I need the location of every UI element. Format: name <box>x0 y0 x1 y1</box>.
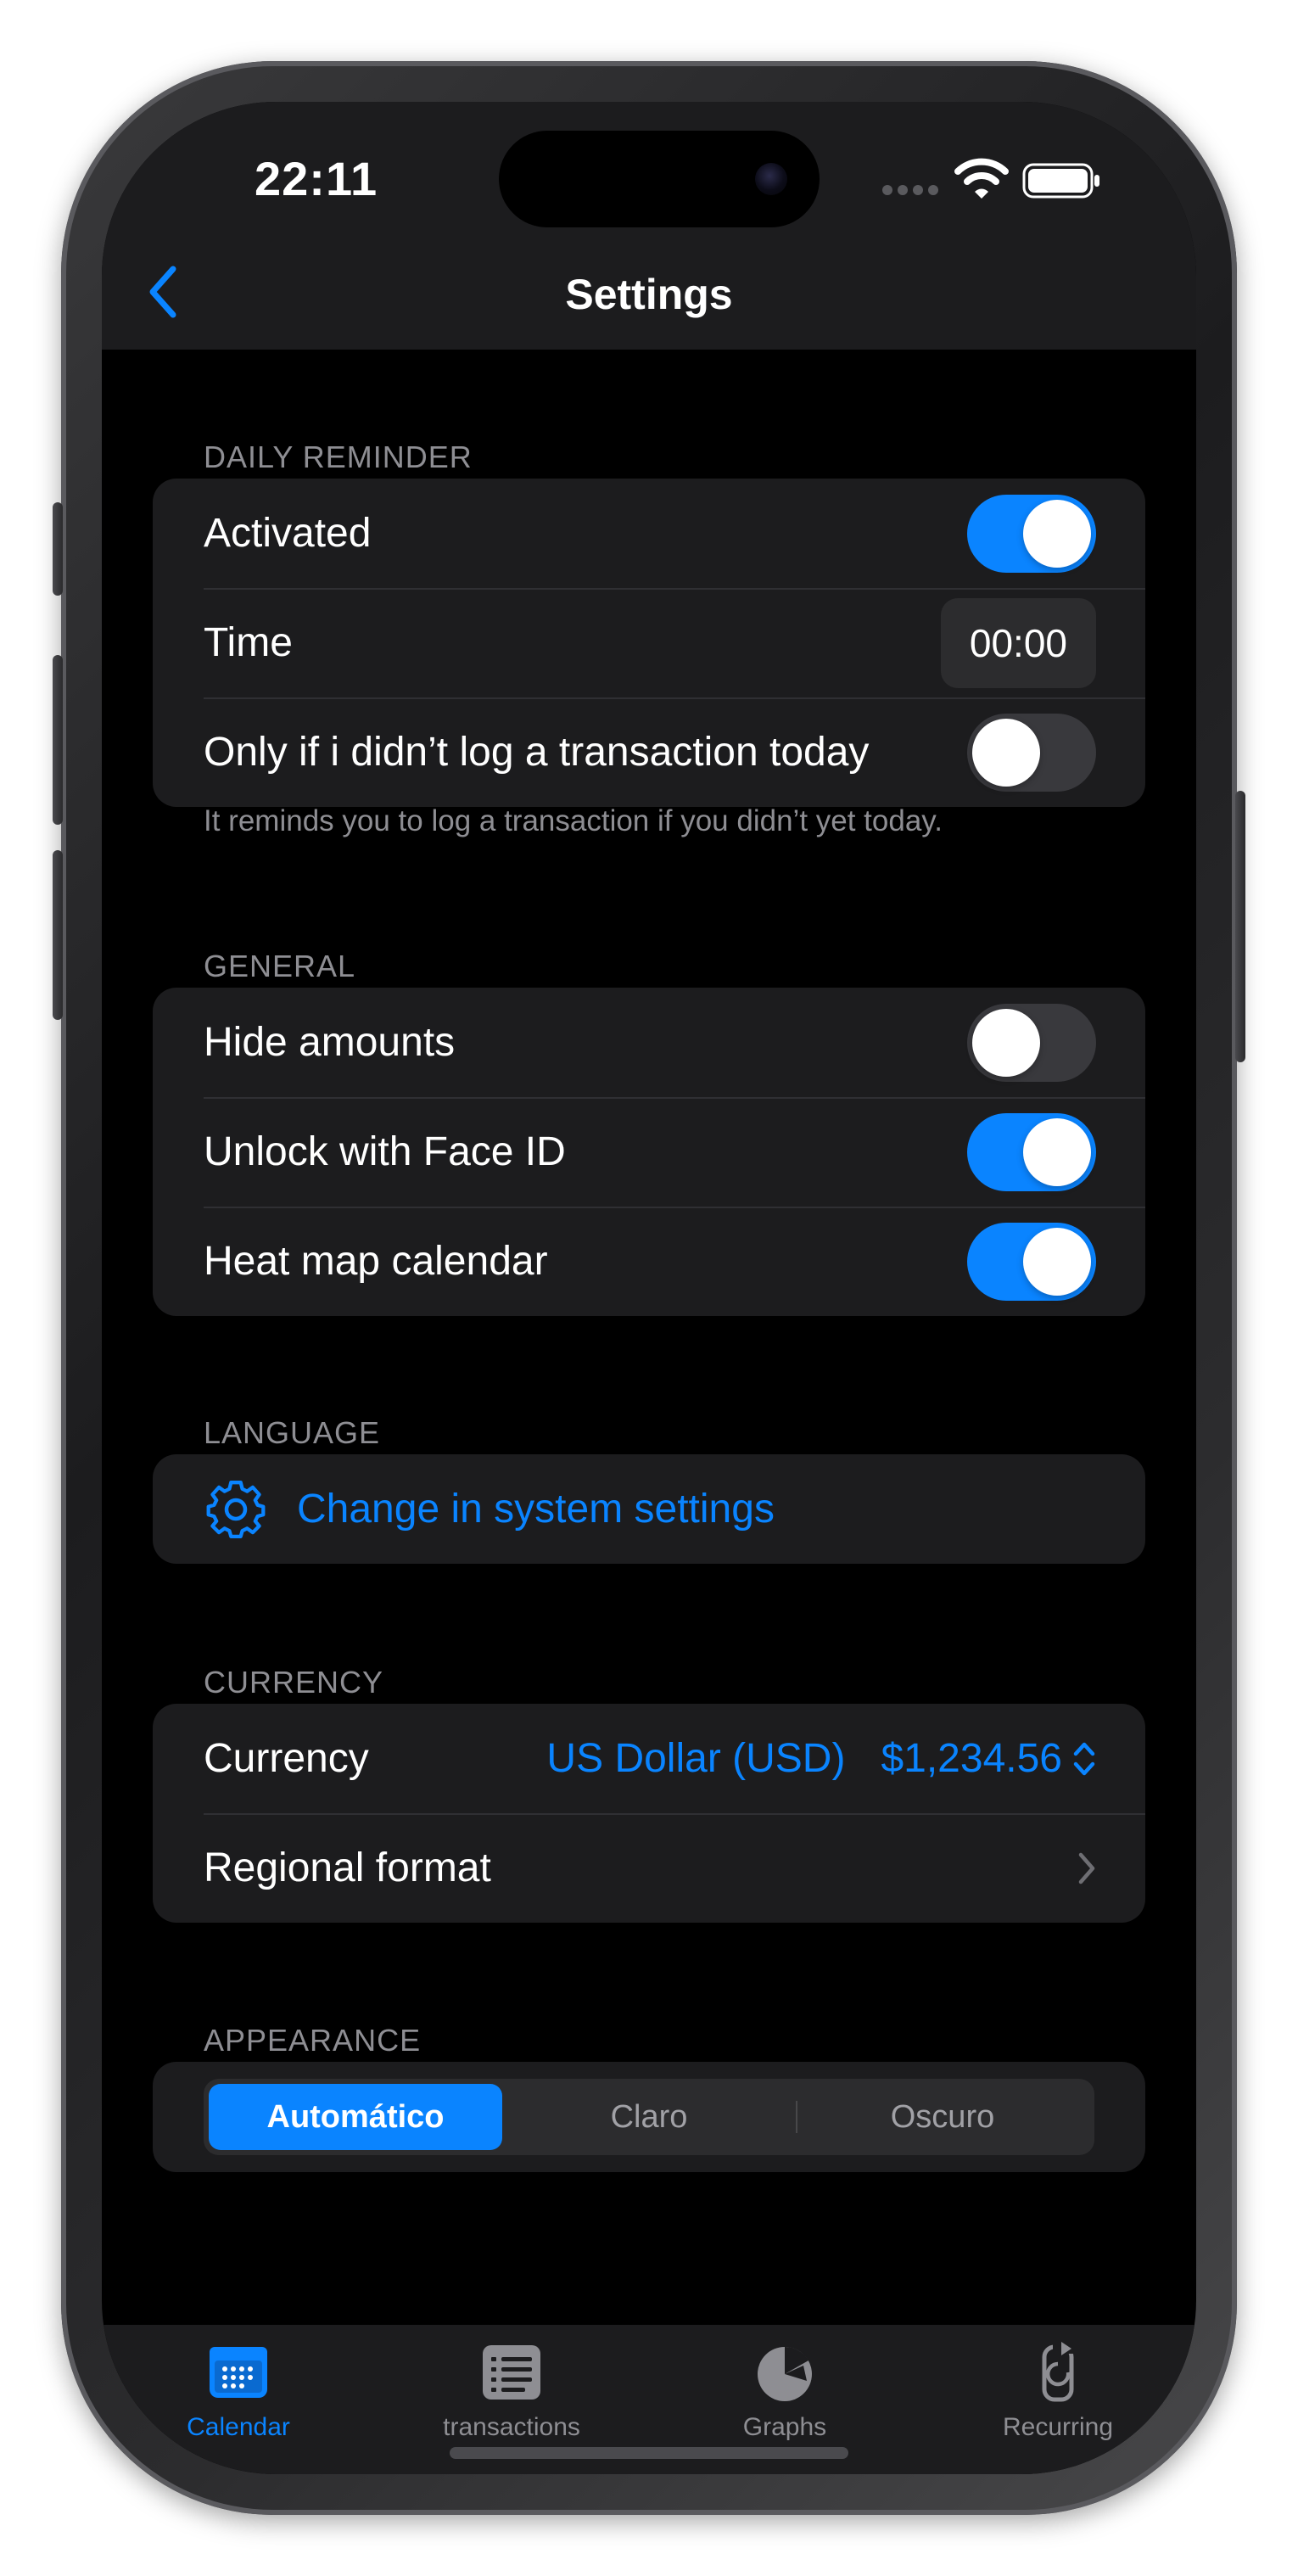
cellular-signal-icon <box>882 185 938 195</box>
row-heat-map: Heat map calendar <box>153 1207 1145 1316</box>
navigation-bar: Settings <box>102 238 1196 350</box>
page-title: Settings <box>565 271 733 318</box>
time-label: Time <box>204 620 293 665</box>
power-button <box>1235 791 1245 1062</box>
hide-amounts-toggle[interactable] <box>967 1003 1096 1082</box>
group-general: Hide amounts Unlock with Face ID Heat ma… <box>153 988 1145 1316</box>
status-bar: 22:11 <box>102 102 1196 238</box>
calendar-icon <box>210 2347 267 2398</box>
tab-bar: Calendar transactions Graphs Recurring <box>102 2325 1196 2474</box>
regional-format-label: Regional format <box>204 1845 491 1890</box>
segment-oscuro[interactable]: Oscuro <box>796 2084 1089 2150</box>
daily-reminder-footnote: It reminds you to log a transaction if y… <box>204 804 943 837</box>
row-only-if: Only if i didn’t log a transaction today <box>153 697 1145 807</box>
group-currency: Currency US Dollar (USD) $1,234.56 Regio… <box>153 1704 1145 1923</box>
row-currency[interactable]: Currency US Dollar (USD) $1,234.56 <box>153 1704 1145 1813</box>
section-header-appearance: APPEARANCE <box>204 2023 422 2058</box>
segment-claro[interactable]: Claro <box>502 2084 796 2150</box>
face-id-toggle[interactable] <box>967 1112 1096 1191</box>
battery-icon <box>1022 163 1099 199</box>
tab-calendar-label: Calendar <box>187 2413 290 2441</box>
currency-name: US Dollar (USD) <box>546 1736 846 1781</box>
group-appearance: Automático Claro Oscuro <box>153 2062 1145 2172</box>
row-activated: Activated <box>153 479 1145 588</box>
wifi-icon <box>954 158 1009 199</box>
tab-transactions[interactable]: transactions <box>375 2342 648 2452</box>
segment-automatico[interactable]: Automático <box>209 2084 502 2150</box>
row-hide-amounts: Hide amounts <box>153 988 1145 1097</box>
action-button <box>53 502 63 596</box>
list-icon <box>483 2345 540 2400</box>
tab-transactions-label: transactions <box>443 2413 580 2441</box>
group-daily-reminder: Activated Time 00:00 Only if i didn’t lo… <box>153 479 1145 807</box>
section-header-daily-reminder: DAILY REMINDER <box>204 440 473 474</box>
appearance-segmented-control: Automático Claro Oscuro <box>204 2079 1094 2155</box>
pie-chart-icon <box>758 2346 812 2401</box>
row-regional-format[interactable]: Regional format <box>153 1813 1145 1923</box>
only-if-label: Only if i didn’t log a transaction today <box>204 730 870 775</box>
segment-divider <box>796 2101 797 2133</box>
row-face-id: Unlock with Face ID <box>153 1097 1145 1207</box>
currency-label: Currency <box>204 1736 369 1781</box>
volume-up-button <box>53 655 63 825</box>
dynamic-island <box>499 131 820 227</box>
face-id-label: Unlock with Face ID <box>204 1129 566 1174</box>
chevron-right-icon <box>1078 1852 1095 1884</box>
heat-map-label: Heat map calendar <box>204 1239 548 1284</box>
phone-frame: 22:11 Settings DAILY REMINDER Activated … <box>53 61 1245 2515</box>
tab-calendar[interactable]: Calendar <box>102 2342 375 2452</box>
change-language-link[interactable]: Change in system settings <box>153 1454 1145 1564</box>
gear-icon <box>206 1480 266 1538</box>
section-header-currency: CURRENCY <box>204 1665 384 1700</box>
heat-map-toggle[interactable] <box>967 1222 1096 1301</box>
recurring-icon <box>1042 2342 1075 2402</box>
tab-graphs[interactable]: Graphs <box>648 2342 921 2452</box>
tab-recurring[interactable]: Recurring <box>921 2342 1194 2452</box>
currency-sample: $1,234.56 <box>881 1736 1062 1781</box>
hide-amounts-label: Hide amounts <box>204 1020 456 1065</box>
tab-graphs-label: Graphs <box>742 2413 827 2441</box>
time-picker[interactable]: 00:00 <box>940 597 1096 688</box>
group-language: Change in system settings <box>153 1454 1145 1564</box>
volume-down-button <box>53 850 63 1020</box>
activated-label: Activated <box>204 511 372 556</box>
tab-recurring-label: Recurring <box>1002 2413 1114 2441</box>
front-camera <box>755 163 787 195</box>
status-time: 22:11 <box>255 152 378 205</box>
activated-toggle[interactable] <box>967 494 1096 573</box>
chevron-up-down-icon <box>1073 1742 1095 1775</box>
screen: 22:11 Settings DAILY REMINDER Activated … <box>102 102 1196 2474</box>
home-indicator <box>450 2447 848 2459</box>
section-header-general: GENERAL <box>204 949 356 983</box>
only-if-toggle[interactable] <box>967 713 1096 792</box>
section-header-language: LANGUAGE <box>204 1415 381 1450</box>
row-time: Time 00:00 <box>153 588 1145 697</box>
change-language-label: Change in system settings <box>297 1487 775 1532</box>
